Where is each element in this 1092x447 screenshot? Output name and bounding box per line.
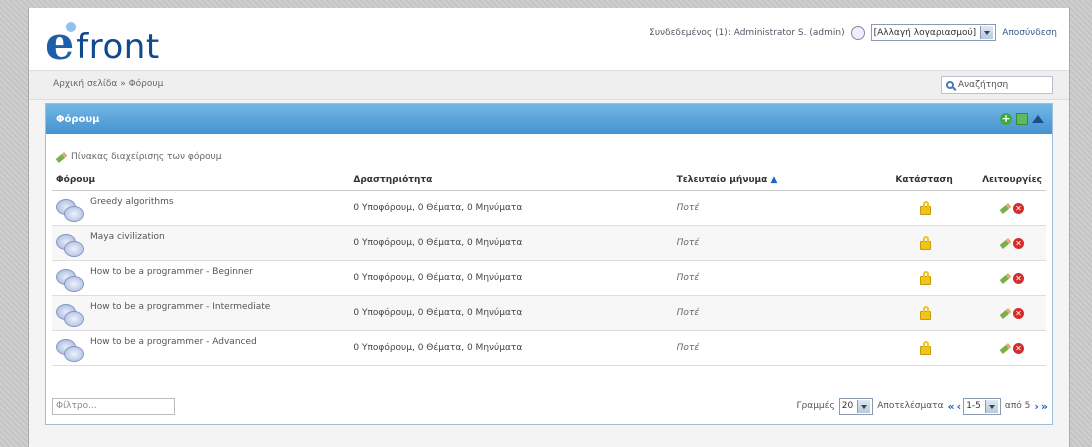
page: e front Συνδεδεμένος (1): Administrator … [28,8,1070,447]
delete-icon[interactable]: ✕ [1013,307,1025,319]
panel-header: Φόρουμ + [46,104,1052,134]
forum-name-link[interactable]: Maya civilization [90,230,165,242]
forum-icon [56,339,84,362]
edit-icon[interactable] [999,237,1012,249]
add-icon[interactable]: + [1000,113,1012,125]
delete-icon[interactable]: ✕ [1013,272,1025,284]
col-ops: Λειτουργίες [978,170,1046,191]
col-forum[interactable]: Φόρουμ [52,170,350,191]
rows-label: Γραμμές [796,401,835,411]
prev-page-icon[interactable]: ‹ [957,400,961,413]
edit-icon[interactable] [999,202,1012,214]
logged-in-user[interactable]: Συνδεδεμένος (1): Administrator S. (admi… [649,28,844,38]
pager: Γραμμές 20 Αποτελέσματα « ‹ 1-5 από 5 › … [796,397,1048,415]
sort-up-icon: ▲ [770,175,778,185]
table-row: How to be a programmer - Intermediate 0 … [52,295,1046,331]
activity-cell: 0 Υποφόρουμ, 0 Θέματα, 0 Μηνύματα [349,260,673,296]
lock-icon[interactable] [919,200,932,215]
page-range-select[interactable]: 1-5 [963,397,1001,415]
account-select[interactable]: [Αλλαγή λογαριασμού] [870,24,997,41]
chevron-down-icon [984,399,998,413]
delete-icon[interactable]: ✕ [1013,202,1025,214]
lock-icon[interactable] [919,235,932,250]
edit-icon[interactable] [999,342,1012,354]
table-row: How to be a programmer - Beginner 0 Υποφ… [52,260,1046,296]
col-status[interactable]: Κατάσταση [870,170,979,191]
table-row: Greedy algorithms 0 Υποφόρουμ, 0 Θέματα,… [52,190,1046,226]
total-results: από 5 [1004,401,1031,411]
forum-admin-label: Πίνακας διαχείρισης των φόρουμ [71,152,222,162]
forum-icon [56,269,84,292]
col-last-post[interactable]: Τελευταίο μήνυμα ▲ [672,170,871,191]
lock-icon[interactable] [919,270,932,285]
forum-panel: Φόρουμ + Πίνακας διαχείρισης των φόρουμ … [45,103,1053,425]
breadcrumb-bar: Αρχική σελίδα » Φόρουμ Αναζήτηση [29,70,1069,100]
forum-name-link[interactable]: Greedy algorithms [90,195,174,207]
breadcrumb[interactable]: Αρχική σελίδα » Φόρουμ [53,79,163,89]
pencil-icon [55,151,68,163]
delete-icon[interactable]: ✕ [1013,342,1025,354]
forum-admin-link[interactable]: Πίνακας διαχείρισης των φόρουμ [55,151,222,163]
forum-icon [56,304,84,327]
chevron-down-icon [980,26,994,39]
edit-icon[interactable] [999,307,1012,319]
panel-title: Φόρουμ [56,113,100,125]
last-post-cell: Ποτέ [672,295,871,331]
chevron-down-icon [857,399,871,413]
last-page-icon[interactable]: » [1041,400,1048,413]
col-last-post-label: Τελευταίο μήνυμα [676,175,768,185]
search-input[interactable]: Αναζήτηση [941,76,1053,94]
logo-text: front [76,27,160,67]
last-post-cell: Ποτέ [672,190,871,226]
results-label: Αποτελέσματα [877,401,944,411]
forum-table: Φόρουμ Δραστηριότητα Τελευταίο μήνυμα ▲ … [52,170,1046,366]
forum-name-link[interactable]: How to be a programmer - Intermediate [90,300,270,312]
delete-icon[interactable]: ✕ [1013,237,1025,249]
last-post-cell: Ποτέ [672,330,871,366]
account-select-value: [Αλλαγή λογαριασμού] [873,27,977,38]
forum-icon [56,199,84,222]
page-range-value: 1-5 [966,401,981,411]
col-activity[interactable]: Δραστηριότητα [349,170,673,191]
search-placeholder: Αναζήτηση [958,80,1009,90]
first-page-icon[interactable]: « [948,400,955,413]
collapse-icon[interactable] [1032,115,1044,123]
edit-icon[interactable] [999,272,1012,284]
filter-input[interactable]: Φίλτρο... [52,397,175,415]
activity-cell: 0 Υποφόρουμ, 0 Θέματα, 0 Μηνύματα [349,330,673,366]
efront-logo[interactable]: e front [45,16,160,66]
last-post-cell: Ποτέ [672,260,871,296]
lock-icon[interactable] [919,340,932,355]
next-page-icon[interactable]: › [1034,400,1038,413]
forum-icon [56,234,84,257]
logout-link[interactable]: Αποσύνδεση [1002,28,1057,38]
activity-cell: 0 Υποφόρουμ, 0 Θέματα, 0 Μηνύματα [349,190,673,226]
activity-cell: 0 Υποφόρουμ, 0 Θέματα, 0 Μηνύματα [349,225,673,261]
user-bar: Συνδεδεμένος (1): Administrator S. (admi… [649,24,1057,41]
search-icon [946,81,954,89]
home-icon[interactable] [850,25,865,40]
table-row: How to be a programmer - Advanced 0 Υποφ… [52,330,1046,366]
window-icon[interactable] [1016,113,1028,125]
table-row: Maya civilization 0 Υποφόρουμ, 0 Θέματα,… [52,225,1046,261]
top-bar: e front Συνδεδεμένος (1): Administrator … [29,8,1069,70]
table-footer: Φίλτρο... Γραμμές 20 Αποτελέσματα « ‹ 1-… [52,394,1048,418]
logo-e: e [45,16,77,70]
activity-cell: 0 Υποφόρουμ, 0 Θέματα, 0 Μηνύματα [349,295,673,331]
rows-per-page-value: 20 [841,401,854,411]
lock-icon[interactable] [919,305,932,320]
rows-per-page-select[interactable]: 20 [838,397,874,415]
forum-name-link[interactable]: How to be a programmer - Advanced [90,335,257,347]
forum-name-link[interactable]: How to be a programmer - Beginner [90,265,253,277]
last-post-cell: Ποτέ [672,225,871,261]
panel-tools: + [1000,113,1044,125]
